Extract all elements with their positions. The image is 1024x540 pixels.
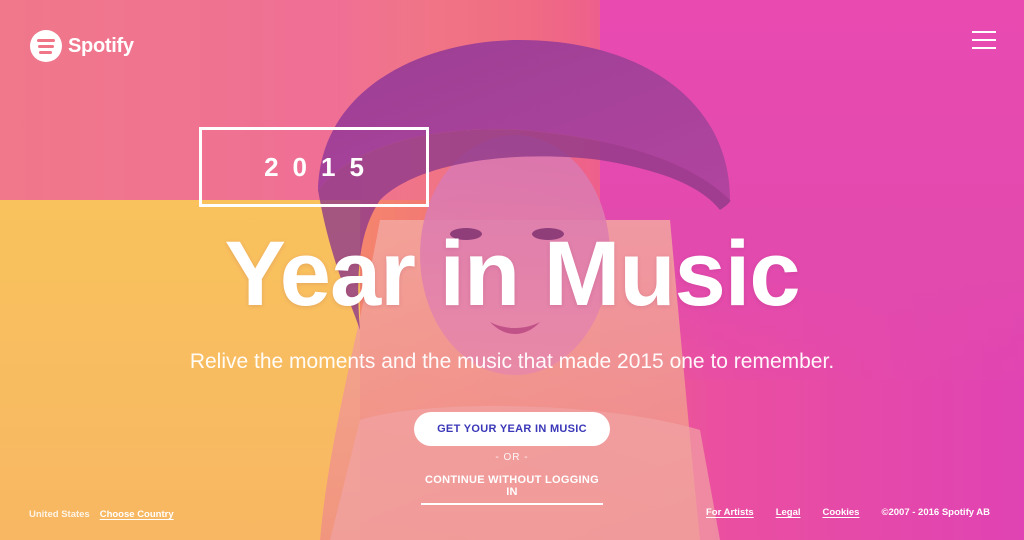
or-divider: - OR - bbox=[495, 452, 529, 463]
year-label: 2015 bbox=[264, 151, 378, 182]
copyright: ©2007 - 2016 Spotify AB bbox=[881, 507, 991, 518]
page-title: Year in Music bbox=[224, 223, 800, 325]
hero-background: Spotify 2015 Year in Music Relive the mo… bbox=[0, 0, 1024, 540]
spotify-logo-icon bbox=[30, 30, 62, 62]
continue-without-login-link[interactable]: CONTINUE WITHOUT LOGGING IN bbox=[421, 474, 603, 505]
country-label: United States bbox=[29, 509, 90, 520]
footer-link-legal[interactable]: Legal bbox=[776, 507, 801, 518]
footer-country: United States Choose Country bbox=[29, 509, 174, 520]
footer-link-cookies[interactable]: Cookies bbox=[823, 507, 860, 518]
get-year-in-music-button[interactable]: GET YOUR YEAR IN MUSIC bbox=[414, 412, 610, 446]
year-badge: 2015 bbox=[199, 127, 429, 207]
hamburger-menu-icon[interactable] bbox=[972, 30, 996, 50]
footer-link-for-artists[interactable]: For Artists bbox=[706, 507, 754, 518]
choose-country-link[interactable]: Choose Country bbox=[100, 509, 174, 520]
footer-links: For Artists Legal Cookies ©2007 - 2016 S… bbox=[706, 507, 990, 518]
spotify-logo[interactable]: Spotify bbox=[30, 30, 134, 62]
brand-name: Spotify bbox=[68, 34, 134, 57]
page-subtitle: Relive the moments and the music that ma… bbox=[189, 350, 835, 373]
